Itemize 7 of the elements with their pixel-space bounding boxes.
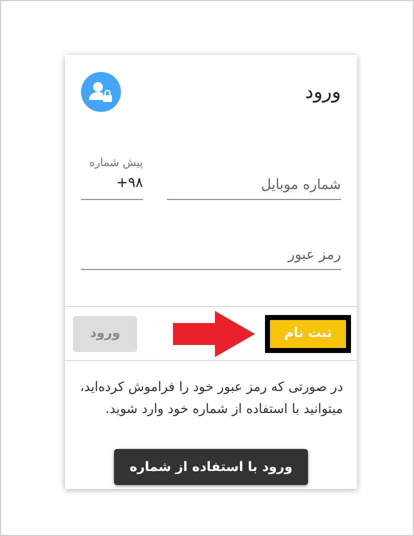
login-with-number-button[interactable]: ورود با استفاده از شماره (114, 449, 308, 485)
password-field[interactable]: رمز عبور (81, 240, 341, 270)
country-code-field[interactable]: پیش شماره +۹۸ (81, 152, 143, 200)
card-title: ورود (305, 81, 341, 103)
mobile-number-field[interactable]: شماره موبایل (167, 170, 341, 200)
help-text: در صورتی که رمز عبور خود را فراموش کرده‌اید، میتوانید با استفاده از شماره خود وارد شوید. (79, 379, 343, 419)
user-lock-icon (81, 72, 121, 112)
